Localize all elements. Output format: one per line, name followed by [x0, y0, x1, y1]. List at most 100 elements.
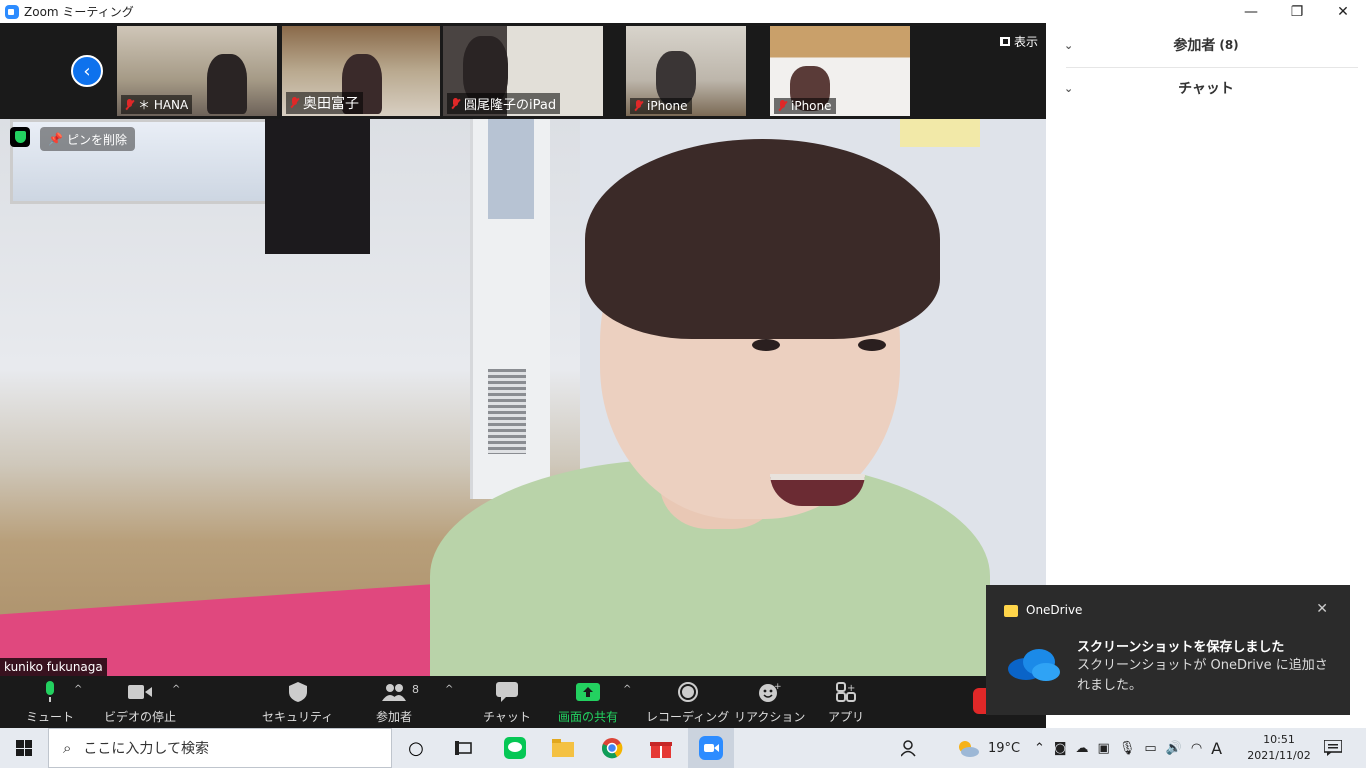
people-icon[interactable]: [898, 736, 922, 760]
gallery-grid-icon: [999, 37, 1010, 46]
previous-page-button[interactable]: ‹: [71, 55, 103, 87]
system-tray: ⌃ ◙ ☁ ▣ 🎙 ▭ 🔊 ◠ A: [1034, 728, 1222, 768]
restore-button[interactable]: ❐: [1274, 0, 1320, 23]
unpin-button[interactable]: 📌 ピンを削除: [40, 127, 135, 151]
speaker-eye: [752, 339, 780, 351]
participant-thumbnail[interactable]: ＊ HANA: [117, 26, 277, 116]
cortana-icon[interactable]: ○: [404, 736, 428, 760]
participant-thumbnail[interactable]: 奥田富子: [282, 26, 440, 116]
chat-panel-header[interactable]: ⌄ チャット: [1046, 66, 1366, 110]
notification-title: スクリーンショットを保存しました: [1077, 640, 1285, 655]
chat-button[interactable]: チャット: [483, 680, 531, 725]
participant-thumbnail[interactable]: 圓尾隆子のiPad: [443, 26, 603, 116]
share-screen-icon: [576, 680, 600, 704]
weather-partly-cloudy-icon: [959, 741, 979, 757]
meeting-area: ‹ ＊ HANA 奥田富子 圓尾隆子のiPad iPhone iPhone 表示: [0, 23, 1046, 676]
chrome-icon[interactable]: [600, 736, 624, 760]
speaker-name-label: kuniko fukunaga: [0, 658, 107, 676]
chevron-down-icon: ⌄: [1064, 81, 1074, 95]
mic-muted-icon: [125, 98, 134, 111]
mic-muted-icon: [451, 97, 460, 110]
thumbnail-strip: ‹ ＊ HANA 奥田富子 圓尾隆子のiPad iPhone iPhone 表示: [0, 23, 1046, 118]
file-explorer-icon[interactable]: [551, 736, 575, 760]
apps-icon: +: [834, 680, 858, 704]
taskbar-clock[interactable]: 10:51 2021/11/02: [1244, 732, 1314, 764]
close-notification-button[interactable]: ✕: [1316, 601, 1328, 617]
window-title: Zoom ミーティング: [24, 5, 134, 19]
participant-name-tag: iPhone: [774, 98, 836, 114]
onedrive-small-icon: [1004, 605, 1018, 617]
video-options-caret[interactable]: ^: [172, 684, 180, 695]
participants-panel-header[interactable]: ⌄ 参加者 (8): [1046, 23, 1366, 67]
participants-count-badge: 8: [412, 683, 419, 696]
notification-app-name: OneDrive: [1026, 603, 1083, 617]
chat-bubble-icon: [495, 680, 519, 704]
video-camera-icon: [128, 680, 152, 704]
close-window-button[interactable]: ✕: [1320, 0, 1366, 23]
wall-poster: [900, 119, 980, 147]
mute-button[interactable]: ミュート: [26, 680, 74, 725]
speaker-hair: [585, 139, 940, 339]
gift-app-icon[interactable]: [649, 736, 673, 760]
view-options-button[interactable]: 表示: [999, 33, 1038, 50]
stop-video-button[interactable]: ビデオの停止: [104, 680, 176, 725]
record-icon: [676, 680, 700, 704]
microphone-tray-icon[interactable]: 🎙: [1119, 741, 1136, 756]
tray-expand-icon[interactable]: ⌃: [1034, 741, 1045, 756]
participant-figure: [207, 54, 247, 114]
participants-icon: [382, 680, 406, 704]
ime-indicator[interactable]: A: [1211, 739, 1222, 758]
start-button[interactable]: [0, 728, 48, 768]
onedrive-notification[interactable]: OneDrive ✕ スクリーンショットを保存しました スクリーンショットが O…: [986, 585, 1350, 715]
participants-button[interactable]: 参加者: [376, 680, 412, 725]
display-icon[interactable]: ▣: [1098, 741, 1110, 756]
participant-name-tag: 圓尾隆子のiPad: [447, 93, 561, 114]
microphone-icon: [38, 680, 62, 704]
door-vent: [488, 369, 526, 454]
volume-icon[interactable]: 🔊: [1166, 741, 1182, 756]
share-screen-button[interactable]: 画面の共有: [558, 680, 618, 725]
taskbar-search-box[interactable]: ⌕ ここに入力して検索: [48, 728, 392, 768]
record-button[interactable]: レコーディング: [646, 680, 729, 725]
windows-taskbar: ⌕ ここに入力して検索 ○ 19°C ⌃ ◙ ☁ ▣ 🎙 ▭ 🔊 ◠ A 10:…: [0, 728, 1366, 768]
wifi-icon[interactable]: ◠: [1191, 741, 1202, 756]
onedrive-cloud-icon: [1008, 649, 1060, 681]
participants-options-caret[interactable]: ^: [445, 684, 453, 695]
audio-options-caret[interactable]: ^: [74, 684, 82, 695]
zoom-taskbar-icon[interactable]: [688, 728, 734, 768]
meeting-toolbar: ミュート ^ ビデオの停止 ^ セキュリティ 参加者 8 ^ チャット 画面の共…: [0, 676, 1046, 728]
weather-widget[interactable]: 19°C: [956, 728, 1020, 768]
smiley-plus-icon: +: [758, 680, 782, 704]
participant-name-tag: ＊ HANA: [121, 95, 193, 114]
chevron-left-icon: ‹: [83, 60, 91, 82]
mic-muted-icon: [778, 100, 787, 112]
zoom-app-icon: [5, 4, 19, 19]
windows-logo-icon: [16, 740, 32, 756]
title-bar: Zoom ミーティング — ❐ ✕: [0, 0, 1366, 23]
shield-icon: [286, 680, 310, 704]
participant-thumbnail[interactable]: iPhone: [626, 26, 746, 116]
participant-name-tag: 奥田富子: [286, 92, 363, 114]
share-options-caret[interactable]: ^: [623, 684, 631, 695]
chevron-down-icon: ⌄: [1064, 38, 1074, 52]
security-button[interactable]: セキュリティ: [262, 680, 333, 725]
meet-now-icon[interactable]: ◙: [1054, 741, 1067, 756]
reactions-button[interactable]: + リアクション: [734, 680, 805, 725]
pin-icon: 📌: [48, 132, 63, 146]
notification-body: スクリーンショットが OneDrive に追加されました。: [1077, 658, 1328, 693]
search-icon: ⌕: [63, 739, 72, 757]
task-view-icon[interactable]: [452, 736, 476, 760]
onedrive-tray-icon[interactable]: ☁: [1076, 741, 1089, 756]
encryption-shield-icon[interactable]: [10, 127, 30, 147]
apps-button[interactable]: + アプリ: [828, 680, 864, 725]
svg-text:+: +: [847, 683, 855, 694]
door-window: [488, 119, 534, 219]
battery-icon[interactable]: ▭: [1144, 741, 1156, 756]
minimize-button[interactable]: —: [1228, 0, 1274, 23]
participant-name-tag: iPhone: [630, 98, 692, 114]
participant-thumbnail[interactable]: iPhone: [770, 26, 910, 116]
notification-center-icon[interactable]: [1321, 736, 1345, 760]
line-app-icon[interactable]: [503, 736, 527, 760]
main-video[interactable]: 📌 ピンを削除 kuniko fukunaga: [0, 119, 1046, 676]
speaker-eye: [858, 339, 886, 351]
